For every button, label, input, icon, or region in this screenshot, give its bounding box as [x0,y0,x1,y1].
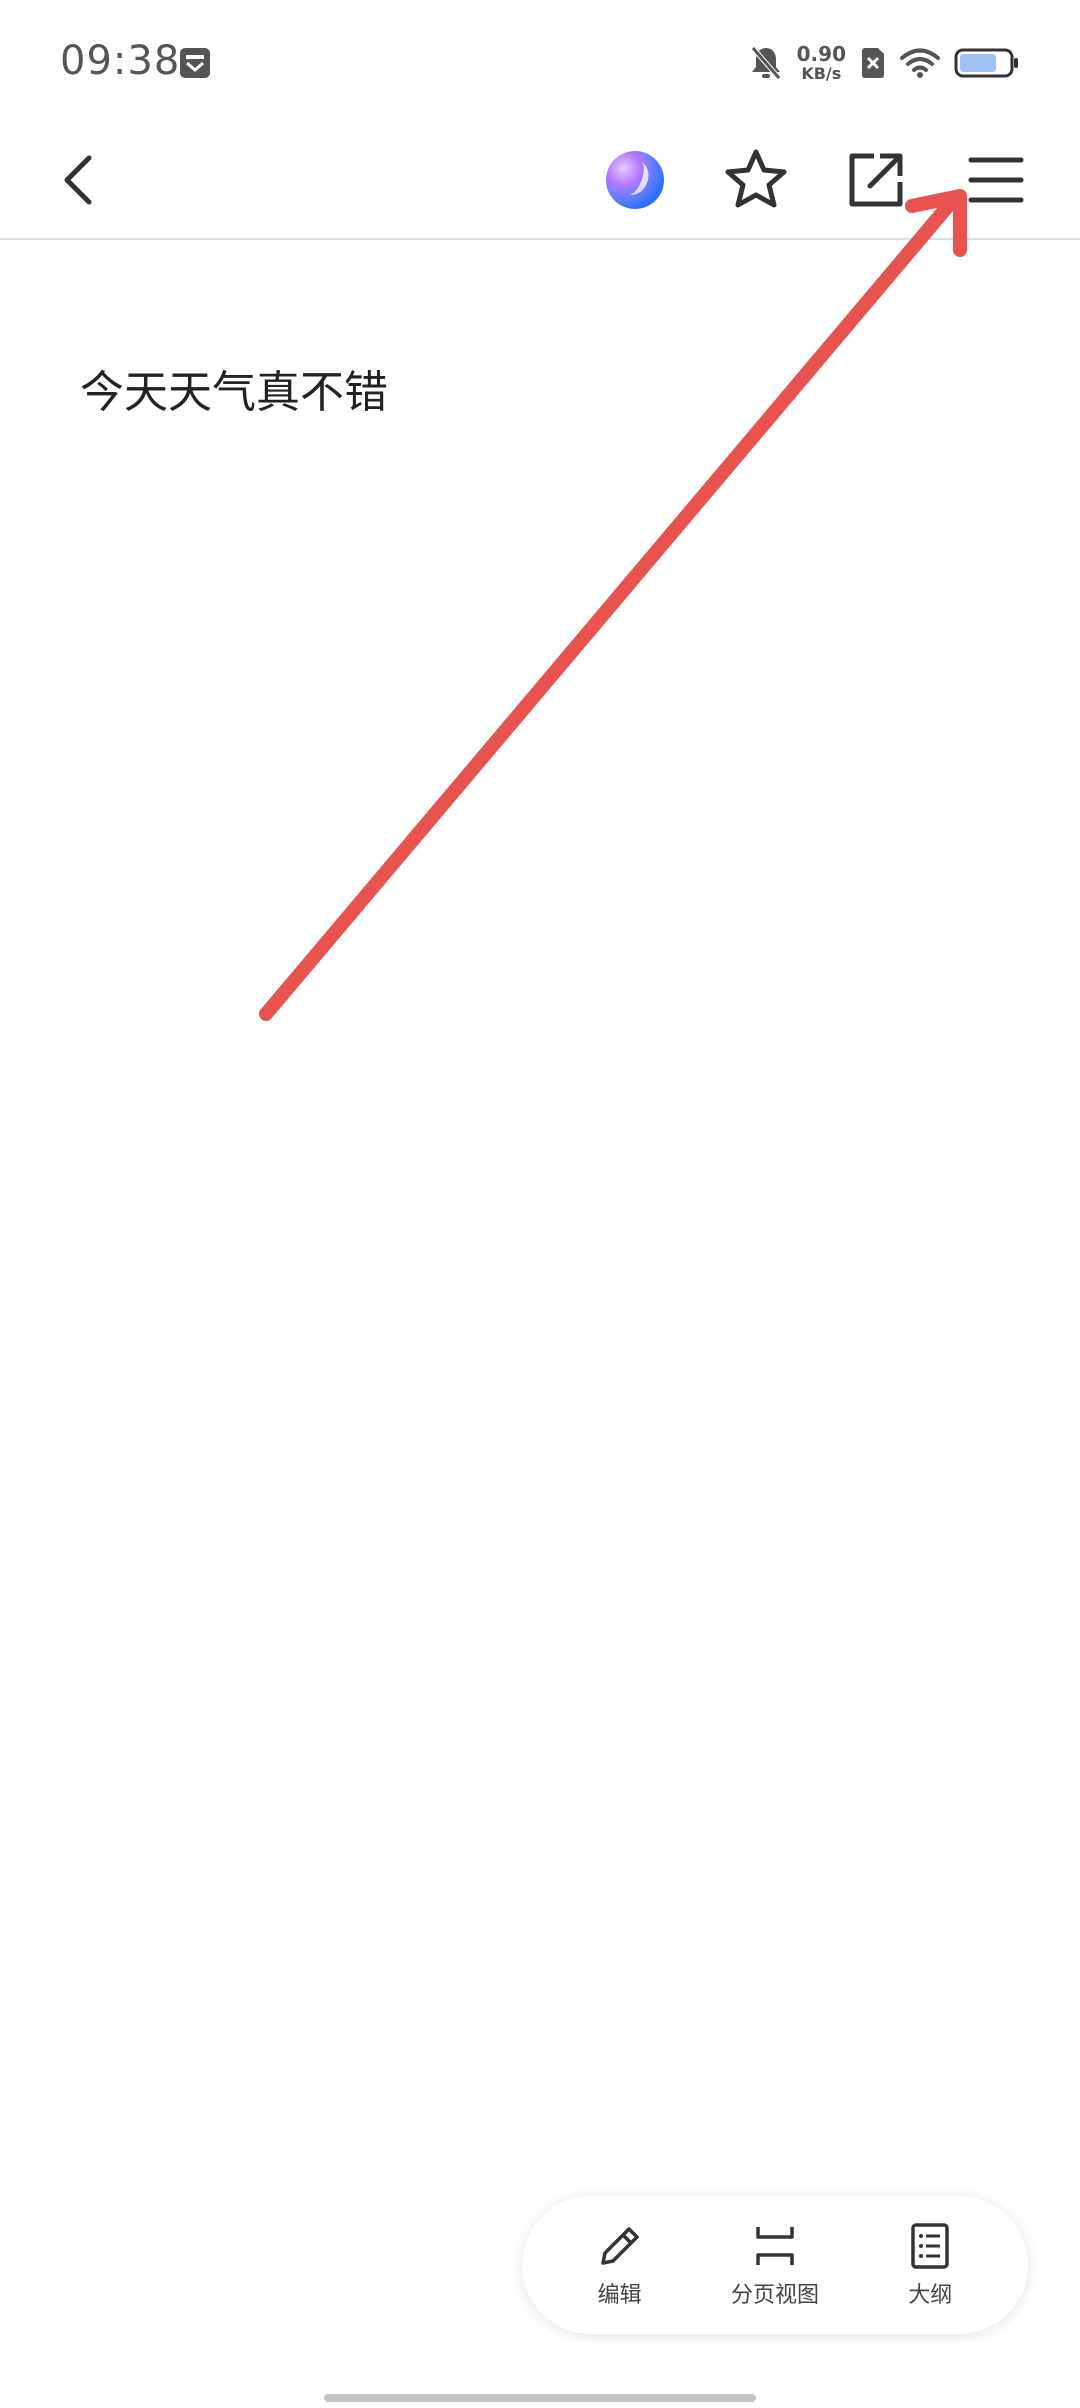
more-menu-button[interactable] [956,140,1036,220]
pencil-icon [600,2227,639,2265]
back-icon [64,155,92,205]
share-button[interactable] [836,140,916,220]
bell-off-icon [750,46,781,80]
notification-app-icon [180,48,210,78]
status-bar: 09:38 0.90 KB/s [0,0,1080,120]
star-icon [725,149,787,208]
outline-label: 大纲 [908,2283,953,2308]
edit-button[interactable]: 编辑 [550,2221,690,2309]
menu-icon [968,157,1024,203]
outline-button[interactable]: 大纲 [860,2221,1000,2309]
home-indicator[interactable] [324,2394,756,2402]
bottom-toolbar: 编辑 分页视图 大纲 [522,2196,1028,2334]
document-text[interactable]: 今天天气真不错 [80,356,388,420]
page-view-label: 分页视图 [730,2283,819,2308]
ai-assistant-button[interactable] [595,140,675,220]
share-icon [849,153,903,207]
network-speed: 0.90 KB/s [797,44,846,82]
outline-list-icon [911,2223,950,2269]
edit-label: 编辑 [597,2283,642,2308]
top-toolbar [0,120,1080,240]
battery-icon [954,48,1018,78]
page-view-button[interactable]: 分页视图 [705,2221,845,2309]
status-time: 09:38 [60,38,181,84]
back-button[interactable] [38,140,118,220]
status-icons: 0.90 KB/s [735,40,1020,86]
ai-assistant-icon [606,151,664,209]
page-view-icon [756,2227,794,2265]
network-speed-unit: KB/s [801,64,842,83]
wifi-icon [900,48,940,78]
screen: 09:38 0.90 KB/s 今天天气真不错 编辑 分页视图 大纲 [0,0,1080,2408]
favorite-button[interactable] [716,140,796,220]
sim-disabled-icon [862,48,884,78]
network-speed-value: 0.90 [796,42,846,66]
